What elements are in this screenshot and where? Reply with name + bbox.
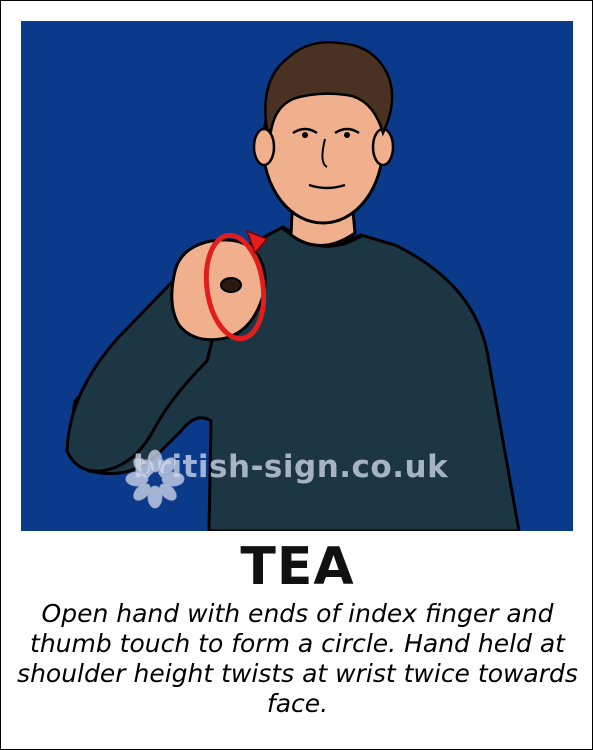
watermark: british-sign.co.uk	[125, 449, 448, 509]
sign-description: Open hand with ends of index finger and …	[17, 599, 578, 718]
sign-illustration-panel: british-sign.co.uk	[21, 21, 573, 531]
sign-card: british-sign.co.uk TEA Open hand with en…	[0, 0, 593, 750]
left-ear	[252, 127, 276, 167]
sign-word-title: TEA	[240, 537, 355, 597]
